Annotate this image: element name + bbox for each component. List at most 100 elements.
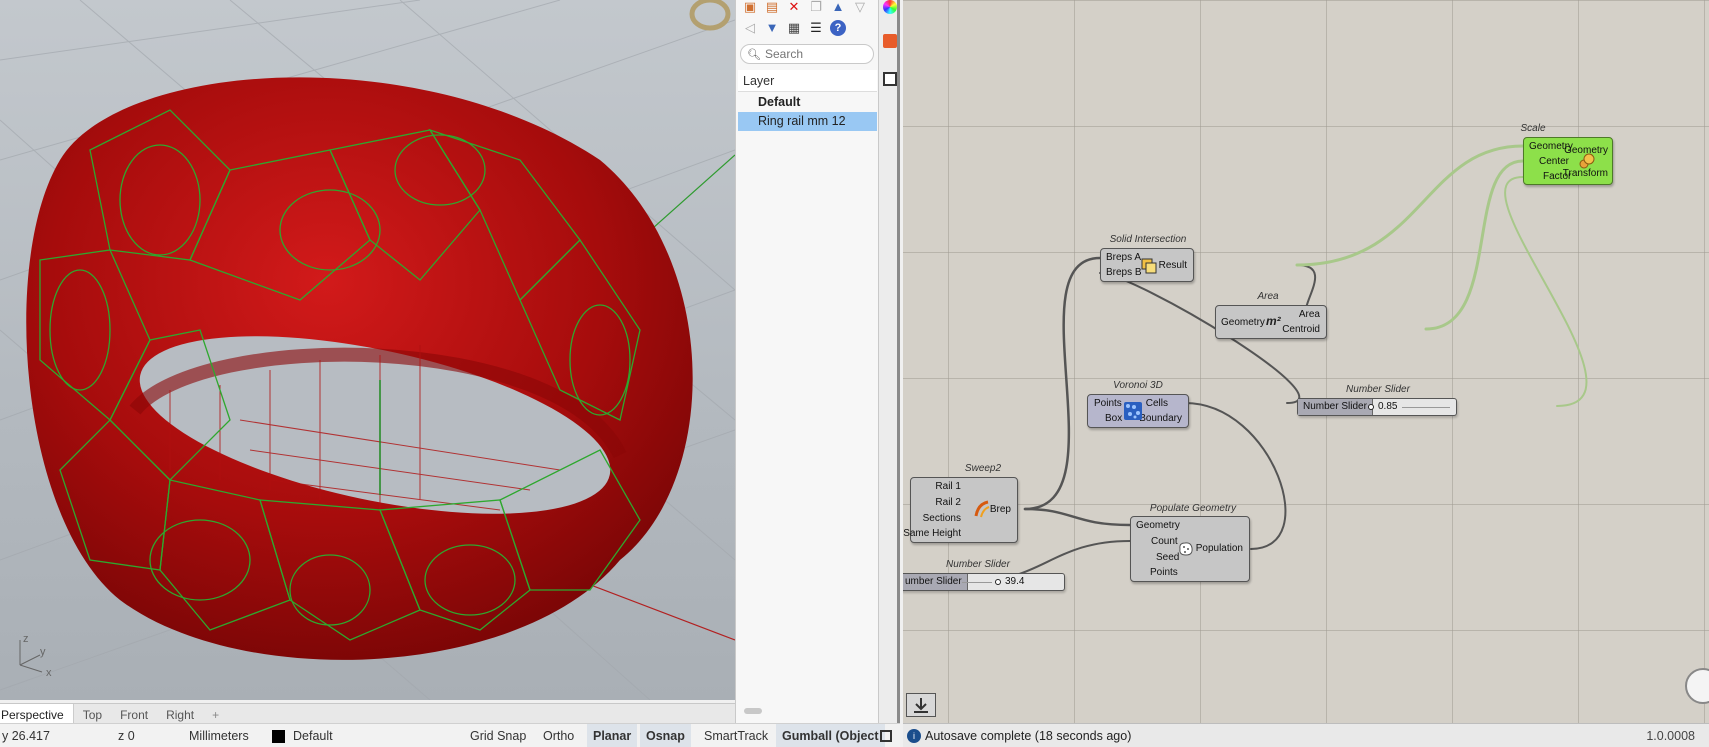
axis-x-label: x <box>46 667 52 679</box>
ring-model-render: z y x <box>0 0 735 700</box>
area-output-centroid[interactable]: Centroid <box>1282 324 1320 336</box>
grid-snap-toggle[interactable]: Grid Snap <box>470 724 526 747</box>
factor-slider-label: Number Slider <box>1298 399 1373 415</box>
factor-slider-value: 0.85 <box>1378 401 1398 412</box>
wire-centroid-to-center <box>1424 159 1525 331</box>
search-icon: 🔍︎ <box>747 48 761 61</box>
scale-component[interactable]: Geometry Center Factor Geometry Transfor… <box>1523 137 1613 185</box>
populate-input-points[interactable]: Points <box>1150 567 1178 579</box>
table-icon[interactable]: ▦ <box>786 20 802 36</box>
factor-slider-track[interactable] <box>1402 407 1450 408</box>
populate-input-seed[interactable]: Seed <box>1156 552 1179 564</box>
layer-row-ring-rail[interactable]: Ring rail mm 12 <box>738 112 877 131</box>
populate-input-geometry[interactable]: Geometry <box>1136 520 1180 532</box>
axis-y-label: y <box>40 646 46 658</box>
layer-search-input[interactable] <box>764 47 875 61</box>
count-slider-track[interactable] <box>962 582 992 583</box>
count-number-slider[interactable]: umber Slider 39.4 <box>903 573 1065 591</box>
layers-toolbar-row-2: ◁ ▼ ▦ ☰ ? <box>742 17 846 39</box>
ortho-toggle[interactable]: Ortho <box>543 724 574 747</box>
layers-panel: ▣ ▤ ✕ ❐ ▲ ▽ ◁ ▼ ▦ ☰ ? 🔍︎ Layer Default R… <box>735 0 878 723</box>
populate-input-count[interactable]: Count <box>1151 536 1178 548</box>
layer-search-box[interactable]: 🔍︎ <box>740 44 875 64</box>
area-output-area[interactable]: Area <box>1299 309 1320 321</box>
color-wheel-icon[interactable] <box>883 0 897 14</box>
perspective-viewport[interactable]: z y x <box>0 0 735 700</box>
units-label[interactable]: Millimeters <box>189 724 249 747</box>
scale-icon <box>1578 152 1596 170</box>
wires <box>974 144 1588 582</box>
populate-geometry-component[interactable]: Geometry Count Seed Points Population <box>1130 516 1250 582</box>
back-icon[interactable]: ◁ <box>742 20 758 36</box>
status-bar: y 26.417 z 0 Millimeters Default Grid Sn… <box>0 723 900 747</box>
wire-sweep-to-breps-a <box>1023 256 1102 511</box>
area-icon: m² <box>1266 314 1281 328</box>
sweep2-input-sections[interactable]: Sections <box>923 513 961 525</box>
new-layer-icon[interactable]: ▣ <box>742 0 758 15</box>
populate-title: Populate Geometry <box>1149 503 1237 514</box>
voronoi-icon <box>1124 402 1142 420</box>
wire-sweep-to-populate <box>1023 507 1132 527</box>
filter-icon[interactable]: ▼ <box>764 20 780 36</box>
breps-b-input[interactable]: Breps B <box>1106 267 1142 279</box>
populate-icon <box>1177 540 1195 558</box>
help-icon[interactable]: ? <box>830 20 846 36</box>
voronoi-input-points[interactable]: Points <box>1094 398 1122 410</box>
solid-intersection-icon <box>1140 257 1158 275</box>
z-coordinate: z 0 <box>118 728 135 743</box>
sweep2-title: Sweep2 <box>964 463 1002 474</box>
osnap-toggle[interactable]: Osnap <box>640 723 691 747</box>
grasshopper-canvas[interactable]: Scale Geometry Center Factor Geometry Tr… <box>903 0 1709 723</box>
record-history-checkbox[interactable] <box>880 730 892 742</box>
count-slider-knob[interactable] <box>995 579 1001 585</box>
move-down-icon[interactable]: ▽ <box>852 0 868 15</box>
y-coordinate: y 26.417 <box>2 728 50 743</box>
solid-intersection-title: Solid Intersection <box>1109 234 1187 245</box>
voronoi-output-boundary[interactable]: Boundary <box>1139 413 1182 425</box>
app-window: z y x Perspective Top Front Right + y 26… <box>0 0 1709 747</box>
voronoi-input-box[interactable]: Box <box>1105 413 1122 425</box>
populate-output-population[interactable]: Population <box>1196 543 1243 555</box>
area-input-geometry[interactable]: Geometry <box>1221 317 1265 329</box>
version-label: 1.0.0008 <box>1646 729 1695 743</box>
autosave-message: Autosave complete (18 seconds ago) <box>925 729 1132 743</box>
sweep2-component[interactable]: Rail 1 Rail 2 Sections Same Height Brep <box>903 477 1018 543</box>
layers-icon[interactable] <box>883 34 897 48</box>
factor-slider-knob[interactable] <box>1368 404 1374 410</box>
autosave-icon: i <box>907 729 921 743</box>
area-title: Area <box>1257 291 1279 302</box>
wire-slider-to-factor <box>1504 176 1588 407</box>
result-output[interactable]: Result <box>1159 260 1187 272</box>
copy-icon[interactable]: ❐ <box>808 0 824 15</box>
sweep2-input-rail2[interactable]: Rail 2 <box>935 497 961 509</box>
new-sublayer-icon[interactable]: ▤ <box>764 0 780 15</box>
sweep2-output-brep[interactable]: Brep <box>990 504 1011 516</box>
slider-count-title: Number Slider <box>946 559 1010 570</box>
current-layer-label[interactable]: Default <box>293 724 333 747</box>
voronoi-3d-component[interactable]: Points Box Cells Boundary <box>1087 394 1189 428</box>
slider-factor-title: Number Slider <box>1346 384 1410 395</box>
smarttrack-toggle[interactable]: SmartTrack <box>704 724 768 747</box>
menu-icon[interactable]: ☰ <box>808 20 824 36</box>
grasshopper-status-bar: i Autosave complete (18 seconds ago) 1.0… <box>903 723 1709 747</box>
count-slider-label: umber Slider <box>903 574 968 590</box>
voronoi-title: Voronoi 3D <box>1113 380 1163 391</box>
breps-a-input[interactable]: Breps A <box>1106 252 1141 264</box>
layer-row-default[interactable]: Default <box>738 93 877 112</box>
voronoi-output-cells[interactable]: Cells <box>1146 398 1168 410</box>
solid-intersection-component[interactable]: Breps A Breps B Result <box>1100 248 1194 282</box>
planar-toggle[interactable]: Planar <box>587 723 638 747</box>
panel-scrollbar[interactable] <box>744 708 762 714</box>
factor-number-slider[interactable]: Number Slider 0.85 <box>1297 398 1457 416</box>
sweep2-input-same-height[interactable]: Same Height <box>903 528 961 540</box>
layer-column-header[interactable]: Layer <box>738 70 877 92</box>
scale-input-center[interactable]: Center <box>1539 156 1569 168</box>
display-icon[interactable] <box>883 72 897 86</box>
gumball-toggle[interactable]: Gumball (Object <box>776 723 885 747</box>
move-up-icon[interactable]: ▲ <box>830 0 846 15</box>
sweep2-input-rail1[interactable]: Rail 1 <box>935 481 961 493</box>
canvas-download-button[interactable] <box>906 693 936 717</box>
layer-color-swatch <box>272 730 285 743</box>
area-component[interactable]: Geometry Area Centroid m² <box>1215 305 1327 339</box>
delete-icon[interactable]: ✕ <box>786 0 802 15</box>
